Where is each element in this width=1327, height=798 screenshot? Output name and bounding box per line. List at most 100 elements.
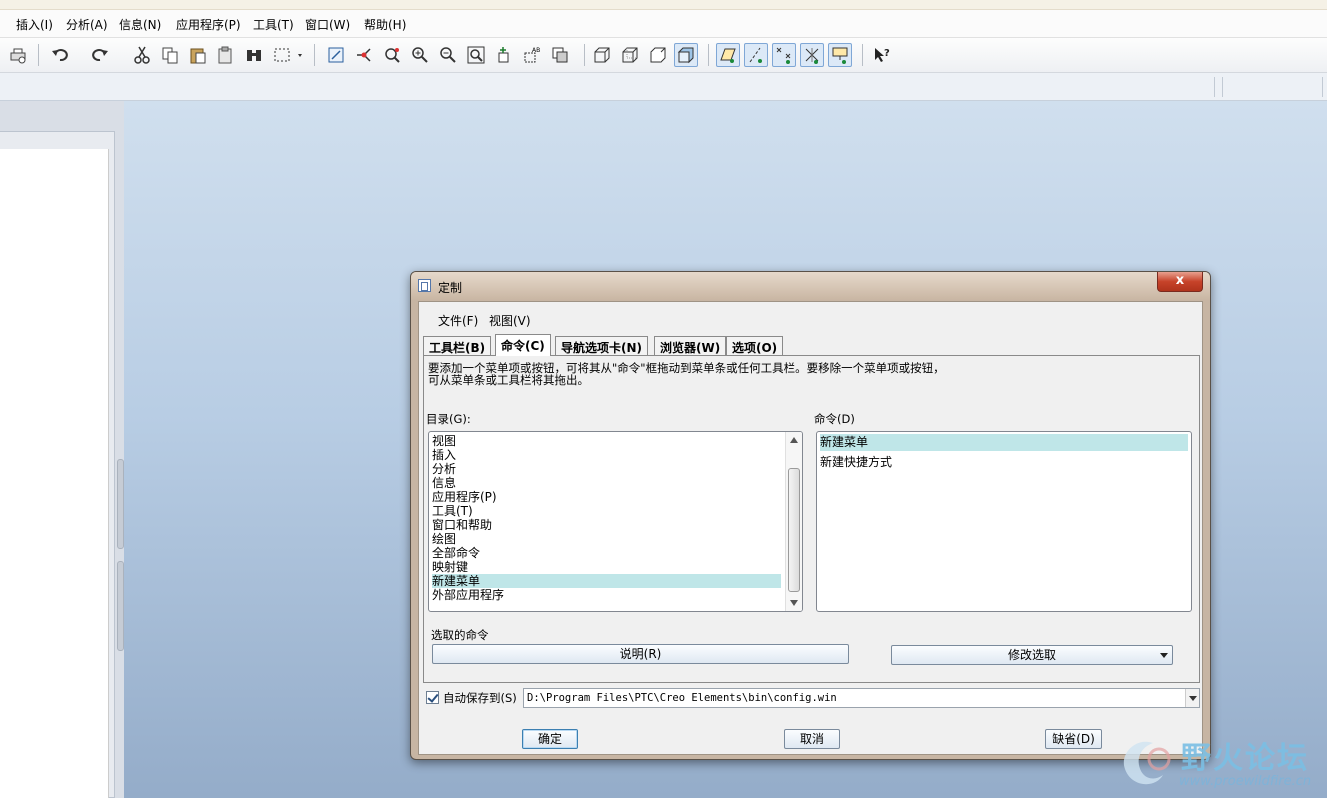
toolbar-separator [862,44,863,66]
bar-divider [1222,77,1223,97]
no-hidden-icon[interactable] [646,43,670,67]
scroll-down-icon[interactable] [790,600,798,606]
bar-divider [1322,77,1323,97]
zoom-in-icon[interactable] [408,43,432,67]
toolbar-separator [314,44,315,66]
modify-selection-button[interactable]: 修改选取 [891,645,1173,665]
categories-scrollbar[interactable] [785,432,802,611]
wireframe-icon[interactable] [590,43,614,67]
default-button[interactable]: 缺省(D) [1045,729,1102,749]
forum-watermark: 野火论坛 www.proewildfire.cn [1115,727,1327,798]
toolbar-separator [708,44,709,66]
hidden-line-icon[interactable] [618,43,642,67]
shaded-icon[interactable] [674,43,698,67]
tab-toolbars[interactable]: 工具栏(B) [423,336,492,356]
spin-center-icon[interactable] [352,43,376,67]
navigator-content [0,149,109,798]
watermark-logo-icon [1123,741,1171,785]
svg-text:?: ? [884,48,890,59]
category-item[interactable]: 插入 [432,448,456,462]
commands-list[interactable]: 新建菜单新建快捷方式 [816,431,1192,612]
paste-special-icon[interactable] [214,43,238,67]
menu-analysis[interactable]: 分析(A) [66,16,108,33]
instructions-text: 要添加一个菜单项或按钮，可将其从"命令"框拖动到菜单条或任何工具栏。要移除一个菜… [428,362,1188,386]
scroll-up-icon[interactable] [790,437,798,443]
watermark-url: www.proewildfire.cn [1179,774,1312,789]
category-item[interactable]: 映射键 [432,560,468,574]
coord-sys-icon[interactable] [800,43,824,67]
category-item[interactable]: 工具(T) [432,504,473,518]
menu-tools[interactable]: 工具(T) [253,16,294,33]
cancel-button[interactable]: 取消 [784,729,840,749]
tab-browser[interactable]: 浏览器(W) [654,336,727,356]
chevron-down-icon[interactable] [1185,689,1199,707]
tab-navigator[interactable]: 导航选项卡(N) [555,336,649,356]
window-top-strip [0,0,1327,10]
redo-icon[interactable] [88,43,112,67]
menu-insert[interactable]: 插入(I) [16,16,53,33]
ok-button[interactable]: 确定 [522,729,578,749]
dialog-titlebar[interactable]: 定制 x [411,272,1210,300]
command-item[interactable]: 新建快捷方式 [820,454,892,471]
panel-sash-handle[interactable] [117,459,124,549]
category-item[interactable]: 绘图 [432,532,456,546]
datum-axis-icon[interactable] [744,43,768,67]
datum-plane-icon[interactable] [716,43,740,67]
categories-label: 目录(G): [426,412,471,426]
category-item[interactable]: 全部命令 [432,546,480,560]
commands-label: 命令(D) [814,412,855,426]
refit-icon[interactable] [464,43,488,67]
orient-icon[interactable] [380,43,404,67]
find-icon[interactable] [242,43,266,67]
navigator-panel [0,101,124,798]
category-item[interactable]: 外部应用程序 [432,588,504,602]
category-item[interactable]: 应用程序(P) [432,490,497,504]
watermark-title: 野火论坛 [1181,741,1309,776]
category-item[interactable]: 信息 [432,476,456,490]
category-item[interactable]: 分析 [432,462,456,476]
autosave-path-field[interactable]: D:\Program Files\PTC\Creo Elements\bin\c… [523,688,1200,708]
category-item[interactable]: 窗口和帮助 [432,518,492,532]
main-menubar: 插入(I) 分析(A) 信息(N) 应用程序(P) 工具(T) 窗口(W) 帮助… [0,10,1327,38]
layers-icon[interactable] [548,43,572,67]
categories-list[interactable]: 视图 插入 分析 信息 应用程序(P) 工具(T) 窗口和帮助 绘图 全部命令 映射键 新建菜单 外部… [428,431,803,612]
repaint-icon[interactable] [324,43,348,67]
tab-commands[interactable]: 命令(C) [495,334,551,356]
menu-applications[interactable]: 应用程序(P) [176,16,241,33]
menu-help[interactable]: 帮助(H) [364,16,406,33]
dialog-window-icon [418,279,431,292]
autosave-label: 自动保存到(S) [443,691,517,705]
view-manager-icon[interactable]: AB [520,43,544,67]
cut-icon[interactable] [130,43,154,67]
select-box-icon[interactable] [270,43,306,67]
copy-icon[interactable] [158,43,182,67]
scroll-thumb[interactable] [788,468,800,592]
menu-window[interactable]: 窗口(W) [305,16,350,33]
close-button[interactable]: x [1157,272,1203,292]
category-item[interactable]: 新建菜单 [432,574,781,588]
instructions-line-2: 可从菜单条或工具栏将其拖出。 [428,373,589,387]
undo-icon[interactable] [48,43,72,67]
selected-command-label: 选取的命令 [431,628,489,642]
category-item[interactable]: 视图 [432,434,456,448]
paste-icon[interactable] [186,43,210,67]
main-toolbar: AB ? [0,38,1327,73]
dialog-client-area: 文件(F) 视图(V) 工具栏(B) 命令(C) 导航选项卡(N) 浏览器(W)… [418,301,1203,755]
print-icon[interactable] [6,43,30,67]
whats-this-icon[interactable]: ? [870,43,894,67]
command-item[interactable]: 新建菜单 [820,434,1188,451]
named-view-icon[interactable] [492,43,516,67]
describe-button[interactable]: 说明(R) [432,644,849,664]
autosave-path-value: D:\Program Files\PTC\Creo Elements\bin\c… [527,692,837,704]
toolbar-separator [584,44,585,66]
dialog-menu-view[interactable]: 视图(V) [489,312,531,329]
dialog-menu-file[interactable]: 文件(F) [438,312,478,329]
menu-info[interactable]: 信息(N) [119,16,161,33]
panel-sash-handle[interactable] [117,561,124,651]
autosave-checkbox[interactable] [426,691,439,704]
annotation-icon[interactable] [828,43,852,67]
datum-point-icon[interactable] [772,43,796,67]
dialog-title: 定制 [438,281,463,295]
tab-options[interactable]: 选项(O) [726,336,784,356]
zoom-out-icon[interactable] [436,43,460,67]
